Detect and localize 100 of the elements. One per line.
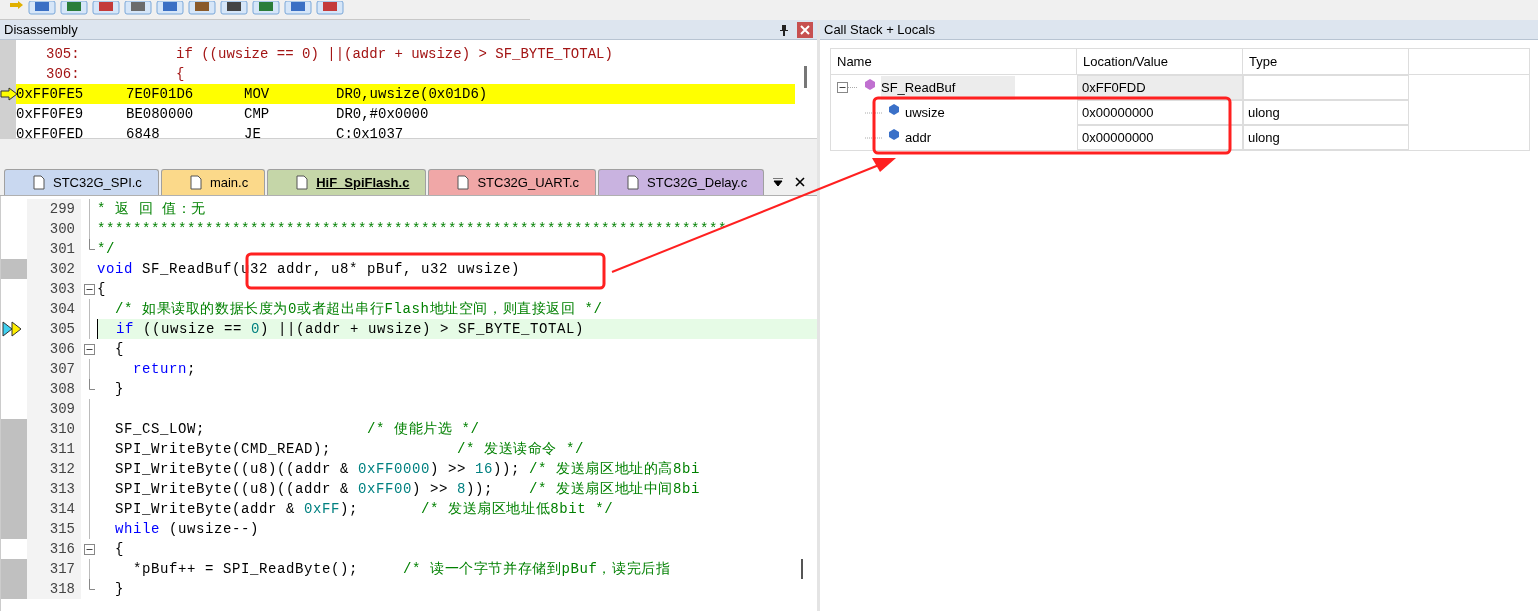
document-icon: [296, 175, 309, 190]
fold-line-icon: [88, 559, 90, 579]
tree-line-icon: [865, 135, 883, 140]
collapse-icon[interactable]: [837, 82, 859, 93]
line-number: 317: [27, 559, 81, 579]
line-number: 309: [27, 399, 81, 419]
code-line: */: [97, 240, 115, 259]
toolbar-tool-icon[interactable]: [284, 1, 312, 15]
instruction-operands: C:0x1037: [336, 125, 404, 138]
line-number: 311: [27, 439, 81, 459]
current-line-icon: [1, 321, 23, 337]
file-tab[interactable]: STC32G_UART.c: [428, 169, 596, 195]
code-line: if ((uwsize == 0) ||(addr + uwsize) > SF_BYTE_TOTAL): [115, 320, 585, 339]
fold-toggle-icon[interactable]: [83, 343, 95, 355]
line-number: 299: [27, 199, 81, 219]
fold-toggle-icon[interactable]: [83, 543, 95, 555]
code-line: **********************************************************************: [97, 220, 728, 239]
line-number: 312: [27, 459, 81, 479]
line-number: 304: [27, 299, 81, 319]
line-number: 302: [27, 259, 81, 279]
instruction-mnemonic: CMP: [244, 105, 271, 124]
dropdown-icon[interactable]: [773, 178, 783, 187]
file-tab[interactable]: STC32G_SPI.c: [4, 169, 159, 195]
scrollbar[interactable]: [804, 66, 807, 88]
function-name: SF_ReadBuf: [881, 75, 1016, 100]
instruction-address: 0xFF0FE5: [16, 85, 85, 104]
line-number: 306: [27, 339, 81, 359]
file-tab[interactable]: HiF_SpiFlash.c: [267, 169, 427, 195]
line-number: 315: [27, 519, 81, 539]
toolbar-tool-icon[interactable]: [188, 1, 216, 15]
code-line: {: [114, 540, 124, 559]
function-icon: [865, 78, 875, 91]
toolbar-tool-icon[interactable]: [252, 1, 280, 15]
fold-end-icon: [88, 379, 95, 390]
scrollbar[interactable]: [801, 559, 803, 579]
variable-icon: [889, 103, 899, 116]
instruction-mnemonic: JE: [244, 125, 262, 138]
code-line: {: [97, 280, 106, 299]
line-number: 300: [27, 219, 81, 239]
code-line: /* 如果读取的数据长度为0或者超出串行Flash地址空间，则直接返回 */: [114, 300, 603, 319]
column-header[interactable]: Name: [831, 49, 1077, 74]
fold-end-icon: [88, 239, 95, 250]
code-line: return;: [132, 360, 197, 379]
line-number: 308: [27, 379, 81, 399]
toolbar-tool-icon[interactable]: [220, 1, 248, 15]
code-line: SF_CS_LOW; /* 使能片选 */: [114, 420, 480, 439]
code-line: *pBuf++ = SPI_ReadByte(); /* 读一个字节并存储到pBuf，读完后指: [132, 560, 671, 579]
source-code: {: [176, 65, 185, 84]
code-line: {: [114, 340, 124, 359]
code-line: }: [114, 580, 124, 599]
toolbar-tool-icon[interactable]: [28, 1, 56, 15]
code-line: SPI_WriteByte(addr & 0xFF); /* 发送扇区地址低8bit */: [114, 500, 614, 519]
pin-icon[interactable]: [779, 23, 789, 36]
code-line: }: [114, 380, 124, 399]
variable-name: uwsize: [905, 103, 946, 122]
instruction-mnemonic: MOV: [244, 85, 271, 104]
value-cell: 0x00000000: [1077, 100, 1243, 125]
document-icon: [457, 175, 470, 190]
toolbar-tool-icon[interactable]: [316, 1, 344, 15]
line-number: 301: [27, 239, 81, 259]
fold-toggle-icon[interactable]: [83, 283, 95, 295]
variable-name: addr: [905, 128, 933, 147]
instruction-opcode: BE080000: [126, 105, 195, 124]
type-cell: ulong: [1243, 125, 1409, 150]
line-number: 313: [27, 479, 81, 499]
column-header[interactable]: Location/Value: [1077, 49, 1243, 74]
column-header[interactable]: Type: [1243, 49, 1409, 74]
line-number: 314: [27, 499, 81, 519]
code-line: SPI_WriteByte((u8)((addr & 0xFF0000) >> 16)); /* 发送扇区地址的高8bi: [114, 460, 700, 479]
instruction-address: 0xFF0FED: [16, 125, 85, 138]
instruction-operands: DR0,uwsize(0x01D6): [336, 85, 488, 104]
line-number: 316: [27, 539, 81, 559]
file-tab[interactable]: STC32G_Delay.c: [598, 169, 765, 195]
pane-title: Disassembly: [4, 20, 78, 39]
instruction-operands: DR0,#0x0000: [336, 105, 429, 124]
toolbar-tool-icon[interactable]: [156, 1, 184, 15]
document-icon: [189, 175, 202, 190]
source-code: if ((uwsize == 0) ||(addr + uwsize) > SF_BYTE_TOTAL): [176, 45, 613, 64]
line-number: 305: [27, 319, 81, 339]
instruction-opcode: 6848: [126, 125, 161, 138]
variable-icon: [889, 128, 899, 141]
tree-line-icon: [865, 110, 883, 115]
file-tab[interactable]: main.c: [160, 169, 266, 195]
line-number: 303: [27, 279, 81, 299]
type-cell: ulong: [1243, 100, 1409, 125]
code-line: while (uwsize--): [114, 520, 260, 539]
pane-title: Call Stack + Locals: [824, 20, 935, 39]
fold-end-icon: [88, 579, 95, 590]
code-line: SPI_WriteByte(CMD_READ); /* 发送读命令 */: [114, 440, 585, 459]
toolbar-tool-icon[interactable]: [92, 1, 120, 15]
code-line: SPI_WriteByte((u8)((addr & 0xFF00) >> 8)); /* 发送扇区地址中间8bi: [114, 480, 700, 499]
instruction-opcode: 7E0F01D6: [126, 85, 195, 104]
toolbar-tool-icon[interactable]: [60, 1, 88, 15]
document-icon: [33, 175, 45, 190]
toolbar-tool-icon[interactable]: [124, 1, 152, 15]
fold-line-icon: [88, 359, 90, 379]
instruction-address: 0xFF0FE9: [16, 105, 85, 124]
line-number: 310: [27, 419, 81, 439]
value-cell: 0x00000000: [1077, 125, 1243, 150]
close-icon[interactable]: [795, 177, 805, 187]
